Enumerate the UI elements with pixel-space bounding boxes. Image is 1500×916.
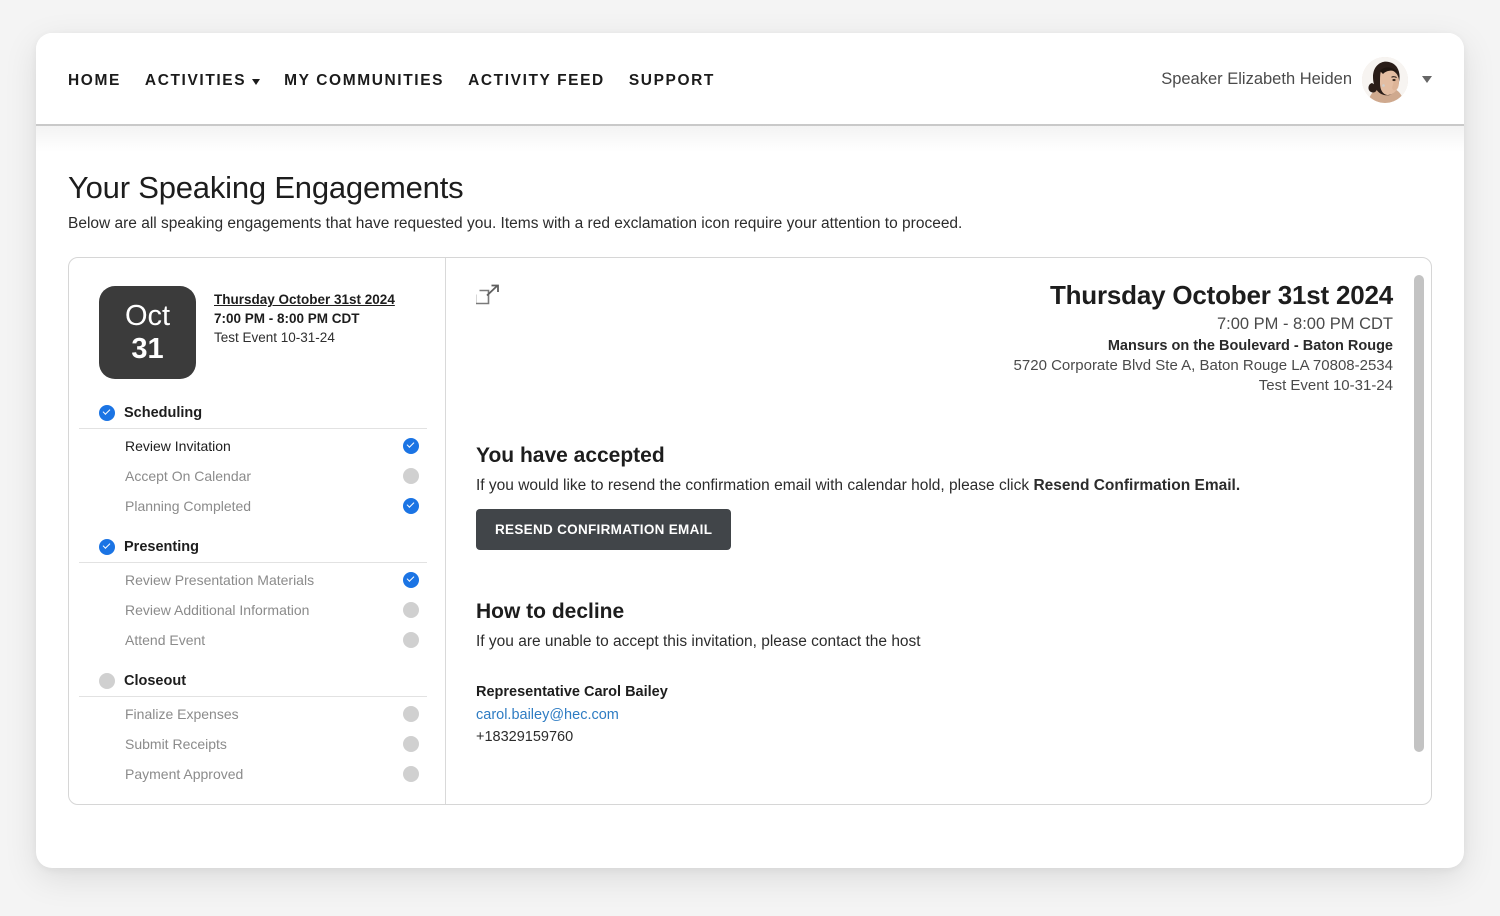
check-circle-icon — [403, 572, 419, 588]
nav-item-label: HOME — [68, 72, 121, 90]
event-time: 7:00 PM - 8:00 PM CDT — [214, 311, 395, 326]
detail-venue-name: Mansurs on the Boulevard - Baton Rouge — [1014, 338, 1393, 354]
event-name: Test Event 10-31-24 — [214, 330, 395, 345]
timeline-task[interactable]: Review Additional Information — [99, 595, 427, 625]
pending-circle-icon — [403, 736, 419, 752]
timeline-task[interactable]: Review Presentation Materials — [99, 565, 427, 595]
timeline-task-label: Payment Approved — [125, 766, 403, 782]
decline-block: How to decline If you are unable to acce… — [476, 600, 1393, 745]
timeline-task[interactable]: Finalize Expenses — [99, 699, 427, 729]
timeline-section-scheduling: Scheduling Review Invitation Accept On C… — [99, 405, 427, 521]
accepted-block: You have accepted If you would like to r… — [476, 444, 1393, 550]
timeline-section-header[interactable]: Presenting — [79, 539, 427, 563]
timeline-task[interactable]: Planning Completed — [99, 491, 427, 521]
nav-item-support[interactable]: SUPPORT — [629, 72, 715, 90]
timeline-task-label: Finalize Expenses — [125, 706, 403, 722]
accepted-body: If you would like to resend the confirma… — [476, 477, 1393, 495]
accepted-body-prefix: If you would like to resend the confirma… — [476, 477, 1033, 494]
timeline-task-label: Accept On Calendar — [125, 468, 403, 484]
nav-item-activities[interactable]: ACTIVITIES — [145, 72, 260, 90]
decline-body: If you are unable to accept this invitat… — [476, 633, 1393, 651]
nav-item-my-communities[interactable]: MY COMMUNITIES — [284, 72, 444, 90]
nav-item-label: ACTIVITY FEED — [468, 72, 605, 90]
date-badge: Oct 31 — [99, 286, 196, 379]
timeline-task-label: Review Additional Information — [125, 602, 403, 618]
card-scrollbar-track[interactable] — [1414, 267, 1424, 795]
detail-venue-address: 5720 Corporate Blvd Ste A, Baton Rouge L… — [1014, 357, 1393, 374]
detail-event-info: Thursday October 31st 2024 7:00 PM - 8:0… — [1014, 280, 1393, 394]
timeline-task[interactable]: Submit Receipts — [99, 729, 427, 759]
timeline-section-header[interactable]: Closeout — [79, 673, 427, 697]
navbar-shadow — [36, 126, 1464, 152]
date-badge-day: 31 — [131, 335, 163, 364]
contact-phone: +18329159760 — [476, 729, 1393, 745]
accepted-heading: You have accepted — [476, 444, 1393, 468]
detail-event-date: Thursday October 31st 2024 — [1014, 280, 1393, 311]
contact-name: Representative Carol Bailey — [476, 684, 1393, 700]
timeline-task-label: Review Presentation Materials — [125, 572, 403, 588]
user-name-label: Speaker Elizabeth Heiden — [1161, 70, 1352, 89]
date-badge-month: Oct — [125, 302, 170, 331]
page-body: Your Speaking Engagements Below are all … — [36, 152, 1464, 805]
host-contact: Representative Carol Bailey carol.bailey… — [476, 684, 1393, 745]
timeline-task-label: Planning Completed — [125, 498, 403, 514]
contact-email-link[interactable]: carol.bailey@hec.com — [476, 707, 1393, 723]
user-menu-chevron-down-icon[interactable] — [1422, 76, 1432, 83]
nav-links: HOME ACTIVITIES MY COMMUNITIES ACTIVITY … — [68, 72, 715, 90]
event-summary: Oct 31 Thursday October 31st 2024 7:00 P… — [99, 286, 427, 379]
page-title: Your Speaking Engagements — [68, 170, 1432, 206]
check-circle-icon — [99, 539, 115, 555]
detail-event-name: Test Event 10-31-24 — [1014, 377, 1393, 394]
pending-circle-icon — [403, 632, 419, 648]
accepted-body-bold: Resend Confirmation Email. — [1033, 477, 1240, 494]
check-circle-icon — [403, 498, 419, 514]
card-scrollbar-thumb[interactable] — [1414, 275, 1424, 752]
pending-circle-icon — [403, 706, 419, 722]
engagement-card: Oct 31 Thursday October 31st 2024 7:00 P… — [68, 257, 1432, 805]
nav-item-label: MY COMMUNITIES — [284, 72, 444, 90]
nav-item-label: ACTIVITIES — [145, 72, 246, 90]
timeline-task-label: Submit Receipts — [125, 736, 403, 752]
nav-item-activity-feed[interactable]: ACTIVITY FEED — [468, 72, 605, 90]
timeline-task[interactable]: Accept On Calendar — [99, 461, 427, 491]
pending-circle-icon — [403, 602, 419, 618]
pending-circle-icon — [403, 468, 419, 484]
engagement-timeline-panel: Oct 31 Thursday October 31st 2024 7:00 P… — [69, 258, 446, 804]
pending-circle-icon — [99, 673, 115, 689]
pending-circle-icon — [403, 766, 419, 782]
timeline-section-header[interactable]: Scheduling — [79, 405, 427, 429]
user-menu[interactable]: Speaker Elizabeth Heiden — [1161, 57, 1432, 103]
avatar[interactable] — [1362, 57, 1408, 103]
top-navigation: HOME ACTIVITIES MY COMMUNITIES ACTIVITY … — [36, 33, 1464, 126]
check-circle-icon — [99, 405, 115, 421]
timeline-task[interactable]: Payment Approved — [99, 759, 427, 789]
chevron-down-icon — [252, 79, 260, 85]
engagement-detail-panel: Thursday October 31st 2024 7:00 PM - 8:0… — [446, 258, 1431, 804]
timeline-section-label: Scheduling — [124, 405, 202, 421]
timeline-section-closeout: Closeout Finalize Expenses Submit Receip… — [99, 673, 427, 789]
browser-window: HOME ACTIVITIES MY COMMUNITIES ACTIVITY … — [36, 33, 1464, 868]
detail-header: Thursday October 31st 2024 7:00 PM - 8:0… — [476, 280, 1393, 394]
detail-event-time: 7:00 PM - 8:00 PM CDT — [1014, 315, 1393, 334]
timeline-task-label: Review Invitation — [125, 438, 403, 454]
decline-heading: How to decline — [476, 600, 1393, 624]
timeline-section-label: Closeout — [124, 673, 186, 689]
nav-item-home[interactable]: HOME — [68, 72, 121, 90]
timeline-task-label: Attend Event — [125, 632, 403, 648]
event-meta: Thursday October 31st 2024 7:00 PM - 8:0… — [214, 286, 395, 345]
timeline-task[interactable]: Review Invitation — [99, 431, 427, 461]
timeline-task[interactable]: Attend Event — [99, 625, 427, 655]
timeline-section-presenting: Presenting Review Presentation Materials… — [99, 539, 427, 655]
resend-confirmation-email-button[interactable]: RESEND CONFIRMATION EMAIL — [476, 509, 731, 550]
event-date-link[interactable]: Thursday October 31st 2024 — [214, 292, 395, 307]
external-link-icon[interactable] — [476, 282, 502, 308]
nav-item-label: SUPPORT — [629, 72, 715, 90]
timeline-section-label: Presenting — [124, 539, 199, 555]
check-circle-icon — [403, 438, 419, 454]
page-subtitle: Below are all speaking engagements that … — [68, 215, 1432, 233]
